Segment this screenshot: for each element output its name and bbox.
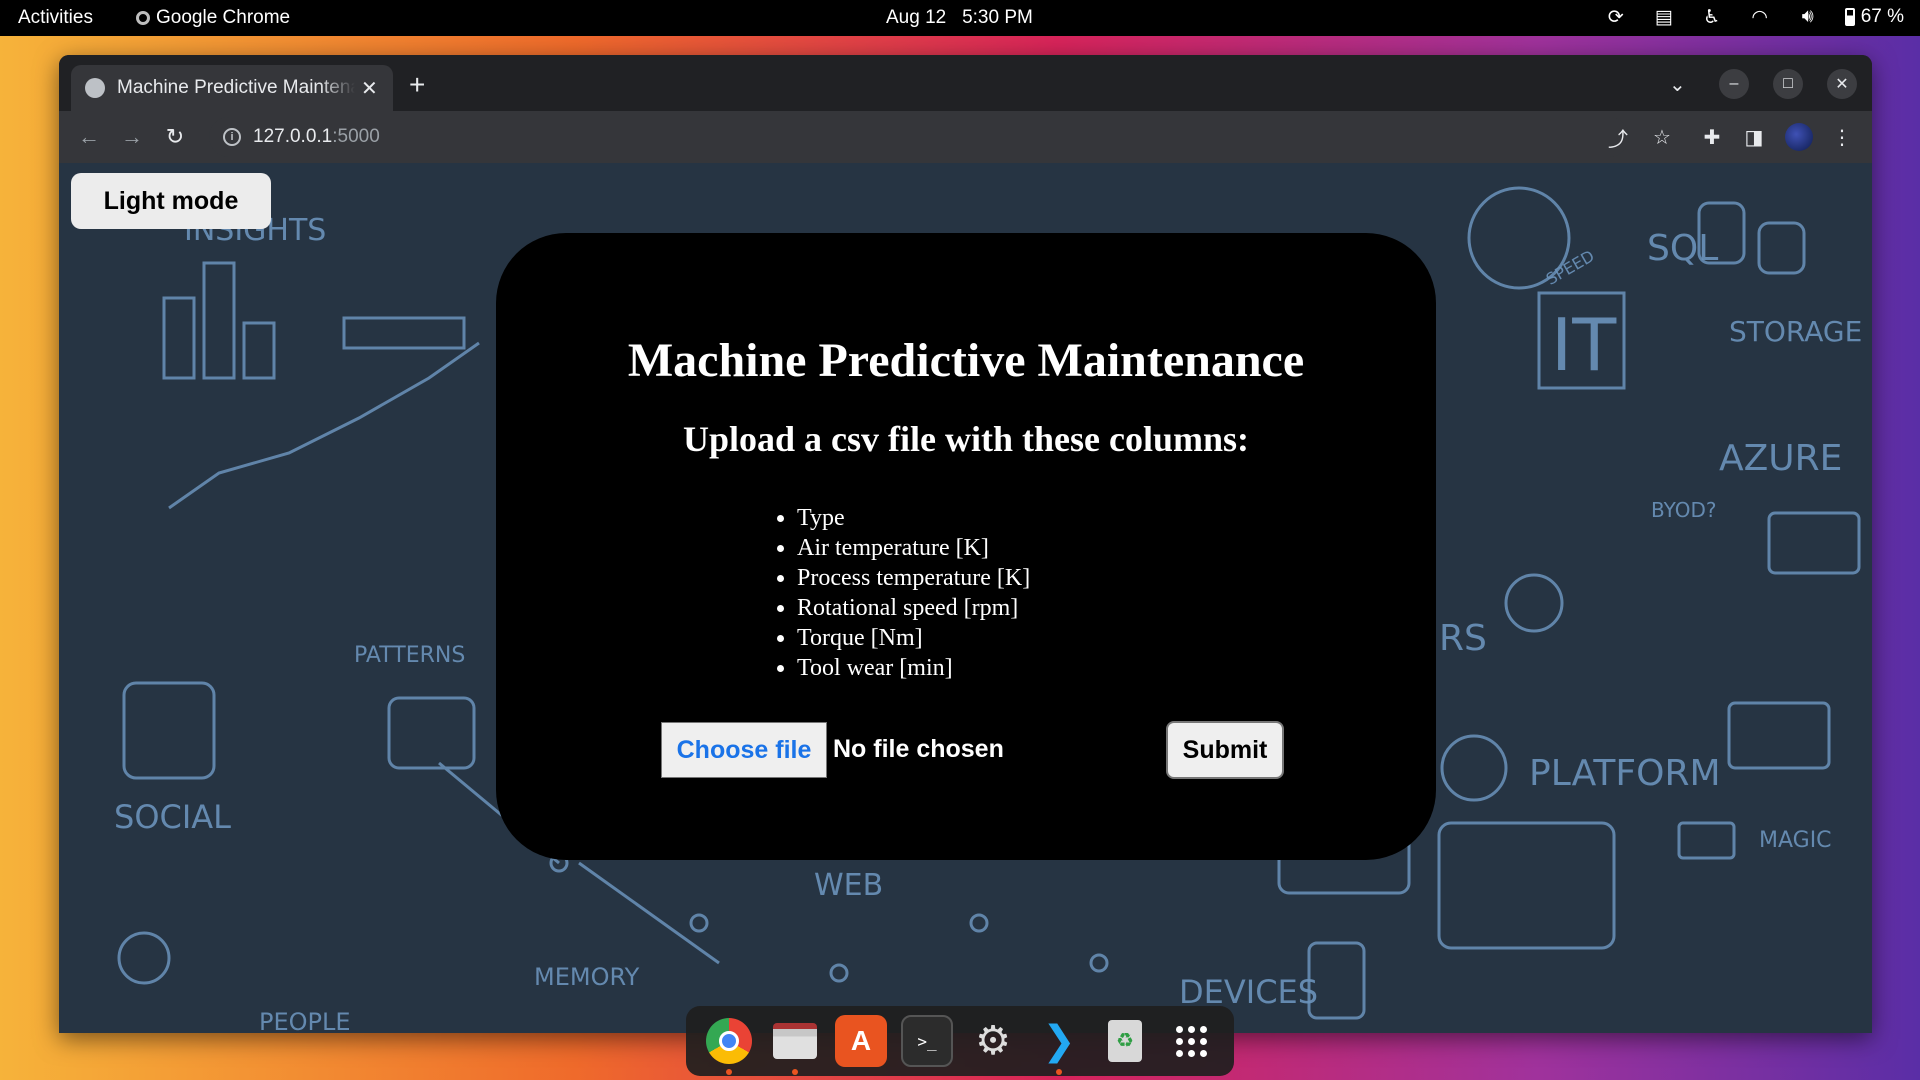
upload-card: Machine Predictive Maintenance Upload a … (496, 233, 1436, 860)
column-item: Torque [Nm] (797, 623, 1030, 653)
doodle-patterns: PATTERNS (354, 643, 466, 668)
doodle-azure: AZURE (1719, 438, 1843, 479)
url-text: 127.0.0.1:5000 (253, 126, 380, 147)
clipboard-icon[interactable]: ▤ (1653, 6, 1675, 28)
doodle-memory: MEMORY (534, 963, 640, 991)
dock-terminal[interactable]: >_ (901, 1015, 953, 1067)
dock-show-apps[interactable] (1165, 1015, 1217, 1067)
chrome-menu-icon[interactable]: ⋮ (1829, 124, 1855, 150)
doodle-sql: SQL (1647, 228, 1719, 269)
files-icon (773, 1023, 817, 1059)
doodle-magic: MAGIC (1759, 828, 1832, 853)
side-panel-icon[interactable]: ◨ (1741, 124, 1767, 150)
choose-file-button[interactable]: Choose file (661, 722, 827, 778)
doodle-web: WEB (814, 868, 884, 903)
site-info-icon[interactable]: i (223, 128, 241, 146)
clock[interactable]: Aug 12 5:30 PM (886, 7, 1033, 29)
forward-icon[interactable]: → (116, 121, 148, 153)
doodle-rs: RS (1439, 618, 1487, 659)
column-item: Process temperature [K] (797, 563, 1030, 593)
activities-button[interactable]: Activities (18, 7, 93, 29)
new-tab-button[interactable]: + (409, 69, 425, 101)
bookmark-star-icon[interactable]: ☆ (1649, 124, 1675, 150)
chrome-small-icon (136, 11, 150, 25)
reload-icon[interactable]: ↻ (159, 121, 191, 153)
time: 5:30 PM (962, 7, 1033, 28)
doodle-social: SOCIAL (114, 798, 231, 836)
required-columns-list: Type Air temperature [K] Process tempera… (797, 503, 1030, 683)
globe-icon (85, 78, 105, 98)
dock-trash[interactable]: ♻ (1099, 1015, 1151, 1067)
battery-icon (1844, 8, 1855, 26)
running-indicator (792, 1069, 798, 1075)
screen-share-icon[interactable]: ⟳ (1605, 6, 1627, 28)
system-top-bar: Activities Google Chrome Aug 12 5:30 PM … (0, 0, 1920, 36)
minimize-button[interactable]: – (1719, 69, 1749, 99)
profile-avatar[interactable] (1785, 123, 1813, 151)
browser-window: Machine Predictive Maintenance ✕ + ⌄ – □… (59, 55, 1872, 1033)
dock: A >_ ⚙ ❯ ♻ (686, 1006, 1234, 1076)
page-title: Machine Predictive Maintenance (627, 334, 1305, 387)
share-icon[interactable]: ⤴ (1605, 124, 1631, 151)
app-grid-icon (1175, 1025, 1207, 1057)
light-mode-toggle-button[interactable]: Light mode (71, 173, 271, 229)
battery-indicator[interactable]: 67 % (1844, 6, 1904, 28)
upload-form: Choose file No file chosen Submit (661, 721, 1286, 780)
browser-toolbar: ← → ↻ i 127.0.0.1:5000 ⤴ ☆ ✚ ◨ ⋮ (59, 111, 1872, 163)
address-bar[interactable]: i 127.0.0.1:5000 (209, 117, 1629, 157)
running-indicator (1056, 1069, 1062, 1075)
wifi-icon[interactable]: ◠ (1749, 6, 1771, 28)
submit-button[interactable]: Submit (1166, 721, 1284, 779)
dock-vscode[interactable]: ❯ (1033, 1015, 1085, 1075)
extensions-puzzle-icon[interactable]: ✚ (1699, 124, 1725, 150)
chrome-icon (706, 1018, 752, 1064)
terminal-icon: >_ (917, 1031, 937, 1051)
dock-settings[interactable]: ⚙ (967, 1015, 1019, 1067)
column-item: Rotational speed [rpm] (797, 593, 1030, 623)
volume-icon[interactable]: 🔊︎ (1797, 6, 1819, 28)
column-item: Tool wear [min] (797, 653, 1030, 683)
active-tab[interactable]: Machine Predictive Maintenance ✕ (71, 65, 393, 111)
tab-close-icon[interactable]: ✕ (361, 76, 378, 101)
settings-icon: ⚙ (975, 1019, 1011, 1063)
column-item: Type (797, 503, 1030, 533)
upload-instructions: Upload a csv file with these columns: (683, 419, 1249, 459)
dock-chrome[interactable] (703, 1015, 755, 1075)
app-center-icon: A (850, 1025, 872, 1056)
doodle-storage: STORAGE (1729, 315, 1863, 348)
doodle-people: PEOPLE (259, 1008, 351, 1033)
battery-percent: 67 % (1860, 6, 1904, 27)
app-menu[interactable]: Google Chrome (136, 7, 290, 29)
tab-strip: Machine Predictive Maintenance ✕ + ⌄ – □… (59, 55, 1872, 111)
doodle-it: IT (1551, 303, 1617, 387)
doodle-platform: PLATFORM (1529, 753, 1721, 794)
system-tray[interactable]: ⟳ ▤ ♿ ◠ 🔊︎ 67 % (1605, 6, 1904, 28)
maximize-button[interactable]: □ (1773, 69, 1803, 99)
doodle-byod: BYOD? (1651, 498, 1717, 522)
vscode-icon: ❯ (1042, 1019, 1076, 1063)
tab-title: Machine Predictive Maintenance (117, 77, 355, 98)
close-window-button[interactable]: ✕ (1827, 69, 1857, 99)
accessibility-icon[interactable]: ♿ (1701, 6, 1723, 28)
file-status-text: No file chosen (833, 735, 1004, 763)
trash-icon: ♻ (1108, 1020, 1142, 1062)
page-viewport: INSIGHTS PATTERNS SOCIAL MEMORY SQL STOR… (59, 163, 1872, 1033)
back-icon[interactable]: ← (73, 121, 105, 153)
dock-app-center[interactable]: A (835, 1015, 887, 1067)
dock-files[interactable] (769, 1015, 821, 1075)
column-item: Air temperature [K] (797, 533, 1030, 563)
date: Aug 12 (886, 7, 947, 28)
app-name: Google Chrome (156, 7, 291, 28)
running-indicator (726, 1069, 732, 1075)
tab-search-chevron-icon[interactable]: ⌄ (1669, 72, 1686, 97)
